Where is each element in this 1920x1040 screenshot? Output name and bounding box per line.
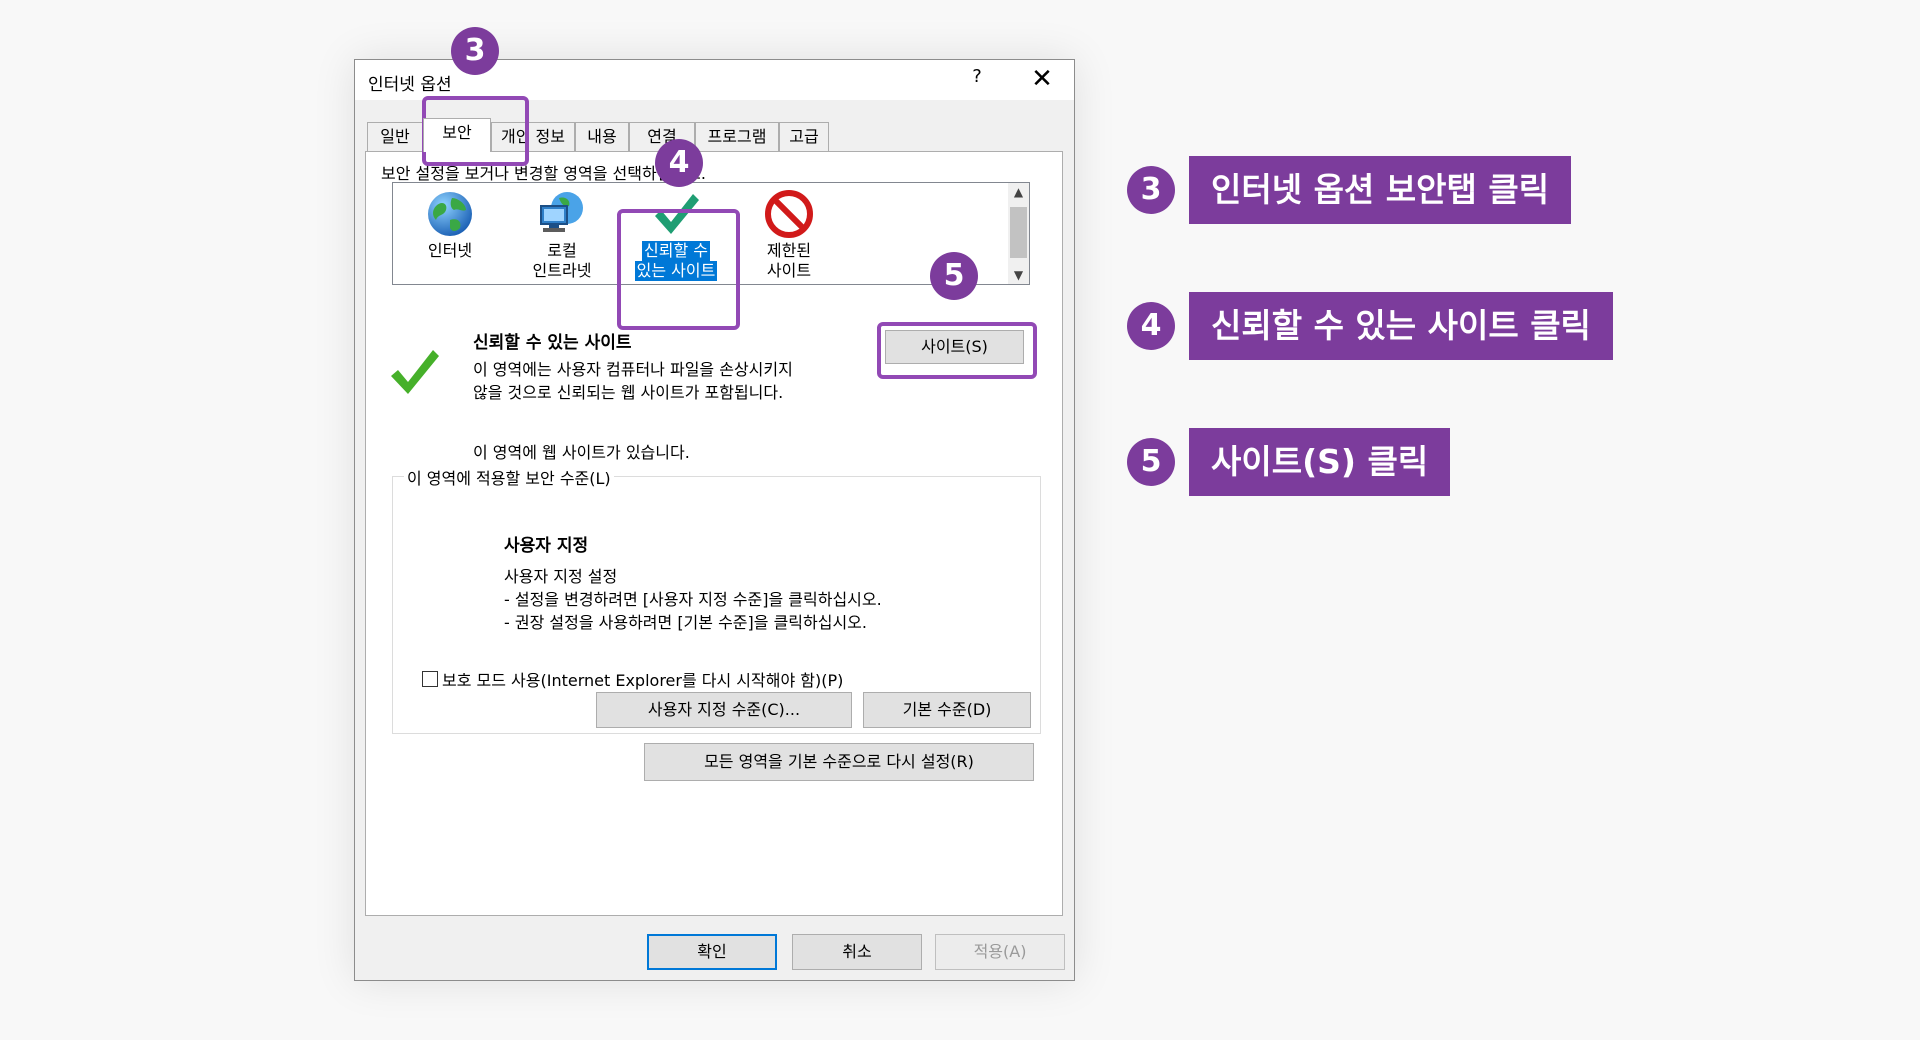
callout-badge: 5 [1127, 438, 1175, 486]
tab-programs[interactable]: 프로그램 [695, 122, 779, 151]
zone-label: 인터넷 [427, 241, 473, 260]
selected-zone-name: 신뢰할 수 있는 사이트 [473, 333, 632, 353]
reset-all-zones-button[interactable]: 모든 영역을 기본 수준으로 다시 설정(R) [644, 743, 1034, 781]
tab-general[interactable]: 일반 [367, 122, 423, 151]
security-level-name: 사용자 지정 [504, 536, 589, 556]
security-level-group-title: 이 영역에 적용할 보안 수준(L) [404, 465, 614, 489]
security-level-description: 사용자 지정 설정 - 설정을 변경하려면 [사용자 지정 수준]을 클릭하십시… [504, 565, 882, 634]
protected-mode-checkbox[interactable] [422, 671, 438, 687]
close-button[interactable]: ✕ [1024, 62, 1060, 96]
cancel-button[interactable]: 취소 [792, 934, 922, 970]
zone-restricted-sites[interactable]: 제한된 사이트 [739, 187, 839, 281]
custom-level-button[interactable]: 사용자 지정 수준(C)... [596, 692, 852, 728]
selected-zone-check-icon [389, 348, 441, 402]
callout-badge: 4 [1127, 302, 1175, 350]
protected-mode-label: 보호 모드 사용(Internet Explorer를 다시 시작해야 함)(P… [442, 671, 844, 690]
protected-mode-row[interactable]: 보호 모드 사용(Internet Explorer를 다시 시작해야 함)(P… [422, 667, 843, 691]
scroll-down-icon[interactable]: ▼ [1008, 268, 1029, 282]
zone-label: 제한된 [766, 241, 812, 260]
zone-list-scrollbar[interactable]: ▲ ▼ [1008, 183, 1029, 284]
help-button[interactable]: ? [962, 66, 992, 87]
tab-advanced[interactable]: 고급 [779, 122, 829, 151]
description-line: 이 영역에는 사용자 컴퓨터나 파일을 손상시키지 [473, 360, 793, 379]
tab-content[interactable]: 내용 [575, 122, 629, 151]
restricted-icon [739, 187, 839, 241]
internet-options-dialog: 인터넷 옵션 ? ✕ 일반 보안 개인 정보 내용 연결 프로그램 고급 보안 … [354, 59, 1075, 981]
step-badge-3: 3 [451, 27, 499, 75]
zone-local-intranet[interactable]: 로컬 인트라넷 [512, 187, 612, 281]
step-callout-5: 5 사이트(S) 클릭 [1127, 428, 1451, 496]
description-line: - 권장 설정을 사용하려면 [기본 수준]을 클릭하십시오. [504, 613, 867, 632]
step-callout-4: 4 신뢰할 수 있는 사이트 클릭 [1127, 292, 1613, 360]
callout-badge: 3 [1127, 166, 1175, 214]
description-line: 사용자 지정 설정 [504, 567, 618, 586]
description-line: 않을 것으로 신뢰되는 웹 사이트가 포함됩니다. [473, 383, 784, 402]
zone-label: 사이트 [766, 261, 812, 280]
zone-label: 인트라넷 [532, 261, 592, 280]
globe-icon [400, 187, 500, 241]
callout-label: 신뢰할 수 있는 사이트 클릭 [1189, 292, 1613, 360]
step-badge-5: 5 [930, 252, 978, 300]
zone-site-status: 이 영역에 웹 사이트가 있습니다. [473, 443, 690, 462]
default-level-button[interactable]: 기본 수준(D) [863, 692, 1031, 728]
tab-security[interactable]: 보안 [423, 118, 491, 152]
highlight-trusted-sites [617, 209, 740, 330]
step-callout-3: 3 인터넷 옵션 보안탭 클릭 [1127, 156, 1572, 224]
local-intranet-icon [512, 187, 612, 241]
zone-label: 로컬 [547, 241, 577, 260]
scroll-up-icon[interactable]: ▲ [1008, 185, 1029, 199]
step-badge-4: 4 [655, 139, 703, 187]
scroll-thumb[interactable] [1010, 207, 1027, 258]
selected-zone-description: 이 영역에는 사용자 컴퓨터나 파일을 손상시키지 않을 것으로 신뢰되는 웹 … [473, 358, 793, 404]
callout-label: 사이트(S) 클릭 [1189, 428, 1451, 496]
highlight-sites-button [877, 322, 1037, 379]
apply-button[interactable]: 적용(A) [935, 934, 1065, 970]
zone-internet[interactable]: 인터넷 [400, 187, 500, 281]
callout-label: 인터넷 옵션 보안탭 클릭 [1189, 156, 1572, 224]
ok-button[interactable]: 확인 [647, 934, 777, 970]
window-title: 인터넷 옵션 [368, 75, 452, 95]
description-line: - 설정을 변경하려면 [사용자 지정 수준]을 클릭하십시오. [504, 590, 882, 609]
